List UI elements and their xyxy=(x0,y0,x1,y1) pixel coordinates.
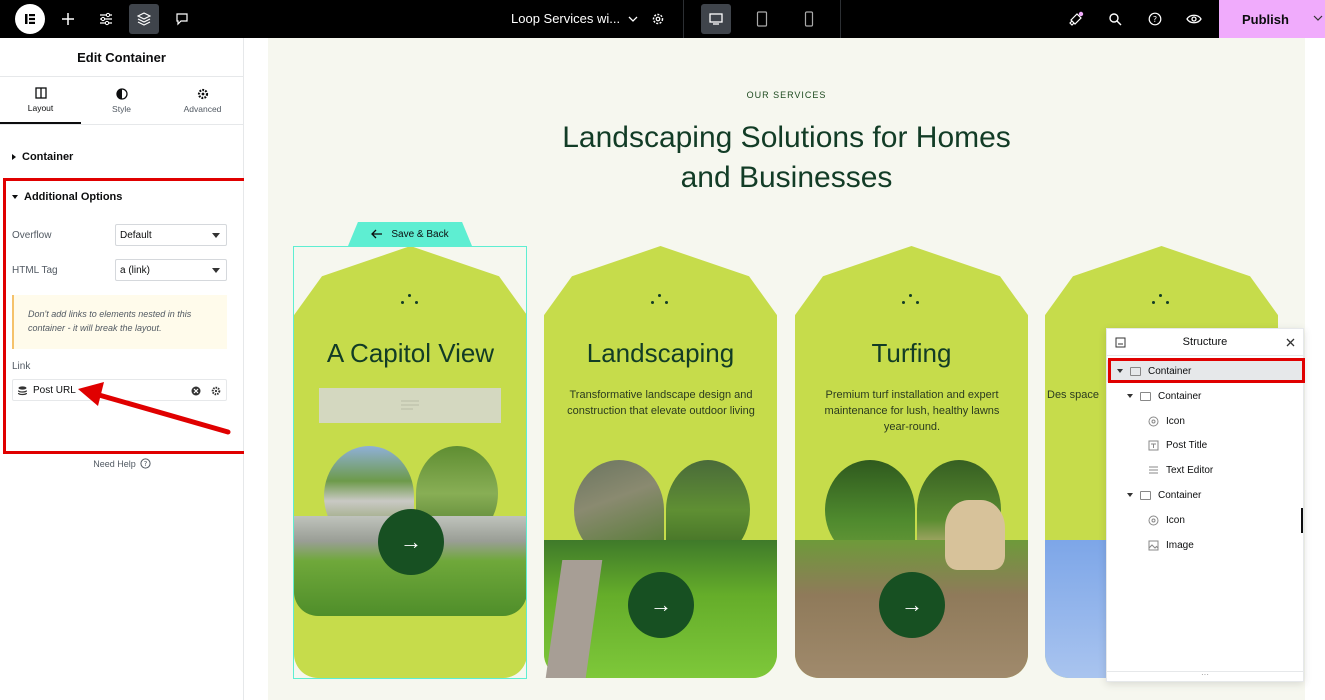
elementor-logo-icon[interactable] xyxy=(15,4,45,34)
help-circle-icon: ? xyxy=(140,458,151,469)
tab-advanced[interactable]: Advanced xyxy=(162,77,243,124)
card-image xyxy=(795,460,1028,678)
section-eyebrow: OUR SERVICES xyxy=(746,90,827,100)
section-container-toggle[interactable]: Container xyxy=(12,151,73,163)
publish-label: Publish xyxy=(1242,11,1289,27)
structure-item-label: Image xyxy=(1166,539,1194,551)
close-icon[interactable] xyxy=(1286,338,1295,347)
need-help-label: Need Help xyxy=(93,458,136,469)
publish-button[interactable]: Publish xyxy=(1219,0,1325,38)
card-description: Transformative landscape design and cons… xyxy=(567,389,755,417)
card-image xyxy=(544,460,777,678)
text-editor-icon xyxy=(1149,466,1158,473)
structure-item-container[interactable]: Container xyxy=(1107,484,1303,506)
svg-text:?: ? xyxy=(1153,15,1157,24)
structure-item-label: Text Editor xyxy=(1166,464,1214,476)
layout-icon xyxy=(34,86,47,99)
caret-down-icon xyxy=(1127,493,1133,497)
annotation-arrow-icon xyxy=(78,382,231,435)
card-description: Des space xyxy=(1047,389,1099,401)
tab-layout-label: Layout xyxy=(27,102,54,113)
top-bar: Loop Services wi... ? Publish xyxy=(0,0,1325,38)
arrow-right-icon: → xyxy=(901,592,923,617)
post-title-icon xyxy=(1148,440,1159,450)
structure-item-label: Container xyxy=(1158,390,1202,402)
structure-item-icon[interactable]: Icon xyxy=(1107,509,1303,531)
structure-header: Structure xyxy=(1107,329,1303,356)
advanced-gear-icon xyxy=(197,88,208,99)
desktop-view-icon[interactable] xyxy=(701,4,731,34)
sprout-dots-icon xyxy=(1149,294,1173,308)
tab-style[interactable]: Style xyxy=(81,77,162,124)
document-title-dropdown[interactable]: Loop Services wi... xyxy=(511,11,638,26)
save-and-back-label: Save & Back xyxy=(391,228,449,240)
page-settings-gear-icon[interactable] xyxy=(643,4,673,34)
structure-item-icon[interactable]: Icon xyxy=(1107,410,1303,432)
chevron-down-icon xyxy=(628,16,638,22)
help-icon[interactable]: ? xyxy=(1140,4,1170,34)
section-container-label: Container xyxy=(22,151,74,163)
caret-right-icon xyxy=(12,154,16,160)
preview-eye-icon[interactable] xyxy=(1179,4,1209,34)
mobile-view-icon[interactable] xyxy=(794,4,824,34)
service-card-2[interactable]: Landscaping Transformative landscape des… xyxy=(544,246,777,678)
search-icon[interactable] xyxy=(1100,4,1130,34)
whats-new-megaphone-icon[interactable] xyxy=(1061,4,1091,34)
arrow-right-icon: → xyxy=(650,592,672,617)
tab-layout[interactable]: Layout xyxy=(0,77,81,124)
arrow-button[interactable]: → xyxy=(628,572,694,638)
structure-item-text-editor[interactable]: Text Editor xyxy=(1107,459,1303,481)
highlight-box-structure-container xyxy=(1108,358,1305,383)
card-description: Premium turf installation and expert mai… xyxy=(824,389,1000,433)
tablet-view-icon[interactable] xyxy=(747,4,777,34)
sprout-dots-icon xyxy=(899,294,923,308)
structure-item-label: Container xyxy=(1158,489,1202,501)
comments-icon[interactable] xyxy=(167,4,197,34)
tab-style-label: Style xyxy=(112,103,131,114)
card-title: Turfing xyxy=(871,338,952,368)
selected-container-outline xyxy=(293,246,527,679)
section-headline: Landscaping Solutions for Homes and Busi… xyxy=(268,118,1305,198)
headline-line-2: and Businesses xyxy=(680,161,893,194)
structure-item-label: Icon xyxy=(1166,415,1185,427)
service-card-3[interactable]: Turfing Premium turf installation and ex… xyxy=(795,246,1028,678)
icon-widget-icon xyxy=(1148,416,1159,426)
style-half-circle-icon xyxy=(115,87,128,100)
structure-layers-icon[interactable] xyxy=(129,4,159,34)
settings-sliders-icon[interactable] xyxy=(91,4,121,34)
arrow-left-icon xyxy=(371,229,383,239)
structure-resize-handle[interactable]: ··· xyxy=(1107,671,1303,681)
publish-options-chevron-icon[interactable] xyxy=(1313,13,1323,23)
image-icon xyxy=(1148,540,1159,550)
structure-item-image[interactable]: Image xyxy=(1107,534,1303,556)
svg-text:?: ? xyxy=(143,460,147,468)
structure-item-label: Icon xyxy=(1166,514,1185,526)
panel-tabs: Layout Style Advanced xyxy=(0,77,243,125)
structure-item-container[interactable]: Container xyxy=(1107,385,1303,407)
card-title: Landscaping xyxy=(586,338,735,368)
structure-title: Structure xyxy=(1182,336,1228,348)
structure-scrollbar[interactable] xyxy=(1301,508,1303,533)
tab-advanced-label: Advanced xyxy=(183,103,222,114)
panel-title: Edit Container xyxy=(0,38,243,77)
arrow-button[interactable]: → xyxy=(879,572,945,638)
save-and-back-button[interactable]: Save & Back xyxy=(348,222,472,246)
structure-panel-icon xyxy=(1115,337,1126,348)
add-element-icon[interactable] xyxy=(53,4,83,34)
headline-line-1: Landscaping Solutions for Homes xyxy=(562,121,1011,154)
device-switcher xyxy=(683,0,841,38)
icon-widget-icon xyxy=(1148,515,1159,525)
container-icon xyxy=(1140,391,1151,401)
structure-item-post-title[interactable]: Post Title xyxy=(1107,434,1303,456)
need-help-link[interactable]: Need Help ? xyxy=(0,458,244,469)
sprout-dots-icon xyxy=(648,294,672,308)
caret-down-icon xyxy=(1127,394,1133,398)
document-title: Loop Services wi... xyxy=(511,11,621,26)
structure-item-label: Post Title xyxy=(1166,439,1208,451)
container-icon xyxy=(1140,490,1151,500)
